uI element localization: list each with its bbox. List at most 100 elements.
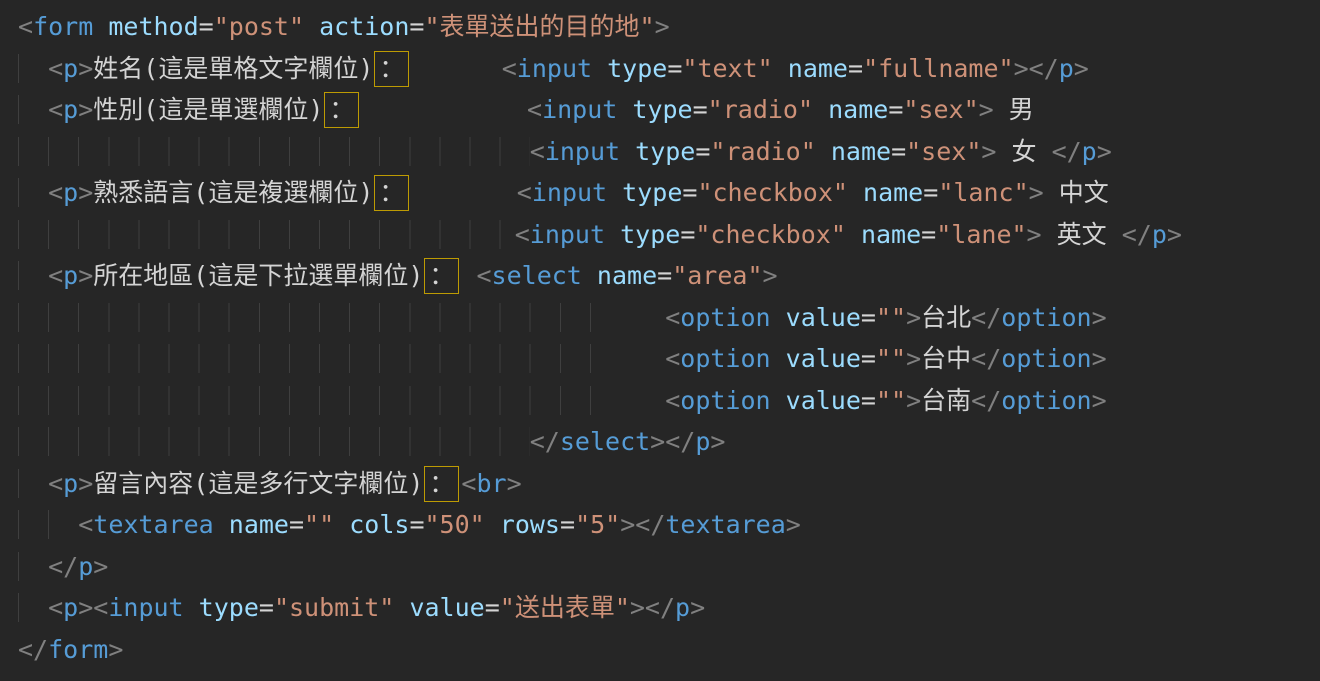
code-token: > xyxy=(1092,303,1107,332)
code-token xyxy=(184,593,199,622)
code-line[interactable]: </form> xyxy=(18,629,1320,671)
code-token: = xyxy=(888,95,903,124)
code-line[interactable]: </p> xyxy=(18,546,1320,588)
indent-guides xyxy=(18,427,530,456)
code-token xyxy=(411,54,501,83)
code-token xyxy=(848,178,863,207)
code-token: "送出表單" xyxy=(500,593,630,622)
code-token: ></ xyxy=(650,427,695,456)
indent-guides xyxy=(18,344,665,373)
code-token: > xyxy=(1167,220,1182,249)
code-token xyxy=(816,137,831,166)
code-token: = xyxy=(891,137,906,166)
code-line[interactable]: <input type="radio" name="sex"> 女 </p> xyxy=(18,131,1320,173)
code-token: > xyxy=(78,178,93,207)
code-token: option xyxy=(680,386,770,415)
code-token: < xyxy=(665,386,680,415)
code-token: type xyxy=(607,54,667,83)
code-token xyxy=(773,54,788,83)
code-token: < xyxy=(48,261,63,290)
code-token: = xyxy=(921,220,936,249)
code-token: > xyxy=(906,303,921,332)
code-token: 姓名(這是單格文字欄位) xyxy=(93,54,373,83)
unicode-highlight-box: ： xyxy=(424,258,459,294)
code-token xyxy=(846,220,861,249)
indent-guides xyxy=(18,137,530,166)
code-token: value xyxy=(786,303,861,332)
code-token: "lane" xyxy=(936,220,1026,249)
code-token: "" xyxy=(876,386,906,415)
code-token: > xyxy=(1092,386,1107,415)
code-token: > xyxy=(1092,344,1107,373)
code-token: input xyxy=(530,220,605,249)
code-token xyxy=(592,54,607,83)
unicode-highlight-box: ： xyxy=(324,92,359,128)
code-token: action xyxy=(319,12,409,41)
code-token: = xyxy=(861,344,876,373)
code-line[interactable]: <p>熟悉語言(這是複選欄位)： <input type="checkbox" … xyxy=(18,172,1320,214)
code-token: = xyxy=(680,220,695,249)
indent-guides xyxy=(18,386,665,415)
code-token: "checkbox" xyxy=(695,220,846,249)
code-line[interactable]: <p>性別(這是單選欄位)： <input type="radio" name=… xyxy=(18,89,1320,131)
code-token: textarea xyxy=(665,510,785,539)
code-token: > xyxy=(906,386,921,415)
code-line[interactable]: <p>留言內容(這是多行文字欄位)：<br> xyxy=(18,463,1320,505)
code-token: > xyxy=(1097,137,1112,166)
code-token: > xyxy=(108,635,123,664)
code-token: name xyxy=(861,220,921,249)
code-line[interactable]: <form method="post" action="表單送出的目的地"> xyxy=(18,6,1320,48)
code-token: "" xyxy=(304,510,334,539)
code-token: rows xyxy=(500,510,560,539)
code-line[interactable]: </select></p> xyxy=(18,421,1320,463)
code-token: </ xyxy=(18,635,48,664)
code-token: "checkbox" xyxy=(697,178,848,207)
code-token xyxy=(582,261,597,290)
code-token: </ xyxy=(1122,220,1152,249)
code-token: cols xyxy=(349,510,409,539)
code-token: >< xyxy=(78,593,108,622)
code-line[interactable]: <p>姓名(這是單格文字欄位)： <input type="text" name… xyxy=(18,48,1320,90)
code-token xyxy=(461,261,476,290)
code-line[interactable]: <input type="checkbox" name="lane"> 英文 <… xyxy=(18,214,1320,256)
code-token: </ xyxy=(1052,137,1082,166)
code-token: > xyxy=(710,427,725,456)
indent-guides xyxy=(18,261,48,290)
code-token: < xyxy=(48,178,63,207)
code-token: name xyxy=(229,510,289,539)
code-token: input xyxy=(542,95,617,124)
code-token: 女 xyxy=(996,137,1051,166)
code-line[interactable]: <option value="">台南</option> xyxy=(18,380,1320,422)
code-token: "sex" xyxy=(906,137,981,166)
code-line[interactable]: <option value="">台中</option> xyxy=(18,338,1320,380)
code-token: "sex" xyxy=(903,95,978,124)
code-editor[interactable]: <form method="post" action="表單送出的目的地"> <… xyxy=(0,0,1320,681)
indent-guides xyxy=(18,469,48,498)
code-token: > xyxy=(786,510,801,539)
indent-guides xyxy=(18,552,48,581)
indent-guides xyxy=(18,593,48,622)
code-token: "" xyxy=(876,303,906,332)
code-line[interactable]: <p>所在地區(這是下拉選單欄位)： <select name="area"> xyxy=(18,255,1320,297)
code-token: < xyxy=(665,303,680,332)
code-token: type xyxy=(622,178,682,207)
unicode-highlight-box: ： xyxy=(374,175,409,211)
code-token: input xyxy=(517,54,592,83)
code-line[interactable]: <option value="">台北</option> xyxy=(18,297,1320,339)
code-token: < xyxy=(517,178,532,207)
code-token: br xyxy=(476,469,506,498)
code-token: > xyxy=(1027,220,1042,249)
code-token: p xyxy=(63,261,78,290)
code-token: input xyxy=(108,593,183,622)
code-token: textarea xyxy=(93,510,213,539)
code-token: = xyxy=(657,261,672,290)
code-line[interactable]: <p><input type="submit" value="送出表單"></p… xyxy=(18,587,1320,629)
code-token: < xyxy=(665,344,680,373)
code-token: input xyxy=(545,137,620,166)
code-token: 留言內容(這是多行文字欄位) xyxy=(93,469,423,498)
code-line[interactable]: <textarea name="" cols="50" rows="5"></t… xyxy=(18,504,1320,546)
code-token: 所在地區(這是下拉選單欄位) xyxy=(93,261,423,290)
code-token: "post" xyxy=(214,12,304,41)
code-token: type xyxy=(632,95,692,124)
code-token: option xyxy=(1001,344,1091,373)
